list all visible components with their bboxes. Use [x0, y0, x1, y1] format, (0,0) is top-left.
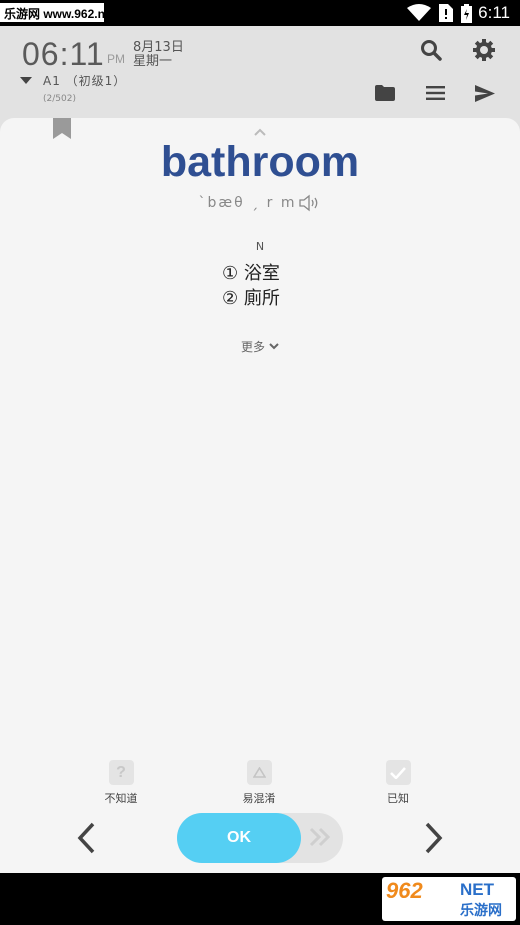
- definition-item: ① 浴室: [222, 263, 280, 284]
- clock: 06:11: [22, 36, 105, 72]
- watermark-text: 乐游网 www.962.net: [0, 3, 116, 22]
- app-screen: 06:11 PM 8月13日 星期一 A1 （初级1） (2/502) bath…: [0, 26, 520, 873]
- watermark-net: NET: [460, 880, 494, 899]
- word-title: bathroom: [160, 138, 360, 186]
- watermark-number: 962: [386, 878, 423, 903]
- status-bar: 乐游网 www.962.net 6:11: [0, 0, 520, 26]
- bottom-bar: 962 NET 乐游网: [0, 873, 520, 925]
- confusing-button[interactable]: 易混淆: [219, 760, 299, 806]
- unknown-button[interactable]: ? 不知道: [81, 760, 161, 806]
- send-icon[interactable]: [471, 79, 499, 107]
- status-icons: 6:11: [399, 0, 520, 26]
- level-label: A1 （初级1）: [43, 74, 127, 88]
- watermark-cn: 乐游网: [460, 903, 502, 919]
- definition-item: ② 廁所: [222, 288, 280, 309]
- more-button[interactable]: 更多: [0, 338, 520, 355]
- phonetic-text: ˋbæθ ˏ r m: [198, 195, 297, 211]
- check-icon: [385, 760, 411, 785]
- settings-icon[interactable]: [470, 36, 498, 64]
- ok-button[interactable]: OK: [177, 813, 301, 863]
- more-label: 更多: [240, 340, 265, 354]
- level-selector[interactable]: A1 （初级1）: [20, 72, 126, 89]
- folder-icon[interactable]: [371, 79, 399, 107]
- next-button[interactable]: [419, 818, 449, 858]
- chevron-right-icon: [425, 822, 443, 854]
- wifi-icon: [407, 4, 432, 22]
- question-icon: ?: [108, 760, 134, 785]
- confusing-label: 易混淆: [242, 792, 276, 805]
- watermark-logo: 962 NET 乐游网: [382, 877, 516, 921]
- weekday-label: 星期一: [133, 54, 173, 69]
- previous-button[interactable]: [71, 818, 101, 858]
- known-button[interactable]: 已知: [358, 760, 438, 806]
- chevron-left-icon: [77, 822, 95, 854]
- battery-icon: [461, 3, 473, 23]
- triangle-icon: [246, 760, 272, 785]
- date-label: 8月13日: [133, 40, 184, 55]
- unknown-label: 不知道: [104, 792, 138, 805]
- dropdown-arrow-icon: [20, 76, 32, 84]
- ok-slider[interactable]: OK: [177, 813, 343, 863]
- ampm-label: PM: [107, 52, 125, 66]
- double-chevron-right-icon: [309, 827, 331, 851]
- phonetic-row: ˋbæθ ˏ r m: [0, 194, 520, 212]
- part-of-speech: N: [255, 240, 265, 253]
- definitions-list: ① 浴室 ② 廁所: [222, 261, 280, 311]
- no-sim-icon: [439, 4, 454, 22]
- status-time: 6:11: [478, 3, 510, 22]
- word-card: bathroom ˋbæθ ˏ r m N ① 浴室 ② 廁所 更多 ? 不知道…: [0, 118, 520, 873]
- date-block: 8月13日 星期一: [133, 41, 184, 69]
- menu-icon[interactable]: [421, 79, 449, 107]
- speaker-icon[interactable]: [299, 194, 321, 212]
- chevron-down-icon: [269, 343, 279, 350]
- progress-count: (2/502): [43, 94, 76, 104]
- known-label: 已知: [387, 792, 409, 805]
- search-icon[interactable]: [417, 36, 445, 64]
